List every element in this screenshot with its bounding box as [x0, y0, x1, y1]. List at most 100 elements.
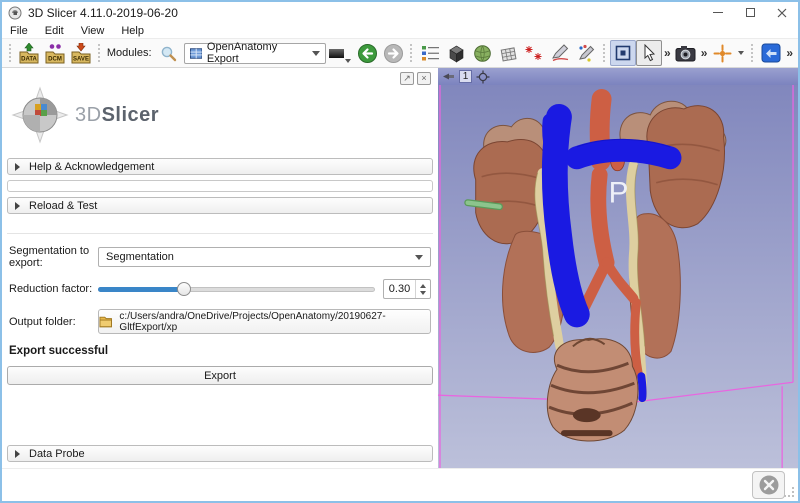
close-button[interactable] — [766, 2, 798, 23]
threed-view[interactable]: 1 P — [438, 68, 798, 468]
window-title: 3D Slicer 4.11.0-2019-06-20 — [28, 5, 178, 20]
collapsed-frame — [7, 180, 433, 192]
undock-panel-button[interactable]: ↗ — [400, 72, 414, 85]
orientation-label: P — [609, 177, 629, 210]
menu-file[interactable]: File — [10, 25, 28, 37]
overflow-chevron-icon[interactable]: » — [786, 46, 793, 60]
modules-combobox[interactable]: OpenAnatomy Export — [183, 41, 327, 65]
close-panel-button[interactable]: × — [417, 72, 431, 85]
title-bar: 3D Slicer 4.11.0-2019-06-20 — [2, 2, 798, 23]
pin-icon[interactable] — [442, 70, 455, 83]
menu-help[interactable]: Help — [121, 25, 144, 37]
menu-edit[interactable]: Edit — [45, 25, 64, 37]
toolbar-grip[interactable] — [603, 44, 606, 62]
cube-icon — [449, 45, 464, 63]
app-window: 3D Slicer 4.11.0-2019-06-20 File Edit Vi… — [0, 0, 800, 503]
slicer-logo: 3DSlicer — [11, 86, 433, 144]
module-history-button[interactable] — [328, 40, 354, 66]
minimize-button[interactable] — [702, 2, 734, 23]
sphere-icon — [473, 44, 491, 62]
editor-button[interactable] — [573, 40, 599, 66]
reduction-spinbox[interactable]: 0.30 — [383, 279, 431, 299]
volume-rendering-button[interactable] — [443, 40, 469, 66]
maximize-icon — [745, 8, 755, 17]
output-folder-button[interactable]: c:/Users/andra/OneDrive/Projects/OpenAna… — [98, 309, 431, 334]
view-number-badge: 1 — [459, 70, 472, 83]
dicom-button[interactable]: DCM — [42, 40, 68, 66]
annotations-button[interactable] — [547, 40, 573, 66]
minimize-icon — [713, 12, 723, 13]
data-probe-header[interactable]: Data Probe — [7, 445, 433, 462]
forward-icon — [383, 43, 403, 63]
maximize-button[interactable] — [734, 2, 766, 23]
view-crosshair-icon[interactable] — [476, 70, 490, 84]
threed-scene[interactable]: P — [438, 85, 798, 468]
load-data-button[interactable]: DATA — [16, 40, 42, 66]
help-section-header[interactable]: Help & Acknowledgement — [7, 158, 433, 175]
collapse-arrow-icon — [15, 449, 20, 458]
screen-capture-button[interactable] — [673, 40, 699, 66]
reload-section-header[interactable]: Reload & Test — [7, 197, 433, 214]
crosshair-button[interactable] — [709, 40, 735, 66]
module-search-button[interactable] — [156, 40, 182, 66]
paintbrush-icon — [578, 44, 594, 62]
output-folder-label: Output folder: — [9, 315, 76, 328]
toolbar-grip[interactable] — [410, 44, 413, 62]
export-form: Segmentation to export: Segmentation Red… — [7, 233, 433, 385]
extension-icon — [761, 43, 781, 63]
iliac-vein-segment[interactable] — [637, 372, 647, 403]
save-button[interactable]: SAVE — [68, 40, 94, 66]
search-icon — [161, 46, 177, 61]
toolbar-grip[interactable] — [9, 44, 12, 62]
spin-down-icon[interactable] — [420, 290, 426, 295]
svg-text:DATA: DATA — [21, 56, 37, 62]
combo-arrow-icon — [415, 254, 423, 260]
data-probe-label: Data Probe — [29, 447, 85, 460]
export-status-message: Export successful — [9, 345, 109, 357]
capture-view-button[interactable] — [610, 40, 637, 66]
slider-handle[interactable] — [176, 281, 191, 296]
segmentation-combobox[interactable]: Segmentation — [98, 247, 431, 267]
collapse-arrow-icon — [15, 162, 20, 171]
selected-module: OpenAnatomy Export — [206, 41, 278, 65]
dicom-icon: DCM — [45, 43, 65, 63]
transform-grid-icon — [500, 46, 517, 62]
combo-arrow-icon — [312, 50, 321, 56]
slicer-logo-icon — [11, 86, 69, 144]
toolbar-grip[interactable] — [97, 44, 101, 62]
module-icon — [189, 47, 202, 59]
module-list-button[interactable] — [417, 40, 443, 66]
square-in-square-icon — [615, 45, 631, 61]
camera-icon — [675, 45, 696, 61]
module-back-button[interactable] — [354, 40, 380, 66]
save-icon: SAVE — [71, 42, 91, 63]
anatomy-render: P — [438, 85, 798, 468]
sacrum-segment[interactable] — [546, 337, 639, 442]
crosshair-icon — [713, 44, 732, 62]
export-button-label: Export — [204, 369, 236, 382]
svg-text:SAVE: SAVE — [73, 56, 89, 62]
logo-text-3d: 3D — [75, 103, 102, 126]
mouse-interaction-button[interactable] — [636, 40, 663, 66]
menu-view[interactable]: View — [81, 25, 105, 37]
crosshair-dropdown-icon[interactable] — [738, 51, 745, 55]
overflow-chevron-icon[interactable]: » — [701, 46, 708, 60]
module-history-icon — [329, 48, 345, 58]
output-folder-path: c:/Users/andra/OneDrive/Projects/OpenAna… — [119, 310, 386, 333]
spin-up-icon[interactable] — [420, 283, 426, 288]
status-bar — [2, 468, 798, 501]
logo-text-slicer: Slicer — [101, 103, 160, 126]
transforms-button[interactable] — [495, 40, 521, 66]
resize-grip-icon[interactable] — [784, 487, 795, 498]
extensions-button[interactable] — [758, 40, 784, 66]
error-log-close-button[interactable] — [752, 471, 785, 499]
overflow-chevron-icon[interactable]: » — [664, 46, 671, 60]
models-button[interactable] — [469, 40, 495, 66]
markups-icon — [525, 45, 542, 60]
export-button[interactable]: Export — [7, 366, 433, 385]
toolbar-grip[interactable] — [751, 44, 754, 62]
reduction-label: Reduction factor: — [9, 283, 93, 295]
module-forward-button[interactable] — [380, 40, 406, 66]
markups-button[interactable] — [521, 40, 547, 66]
reduction-slider[interactable] — [98, 281, 375, 298]
